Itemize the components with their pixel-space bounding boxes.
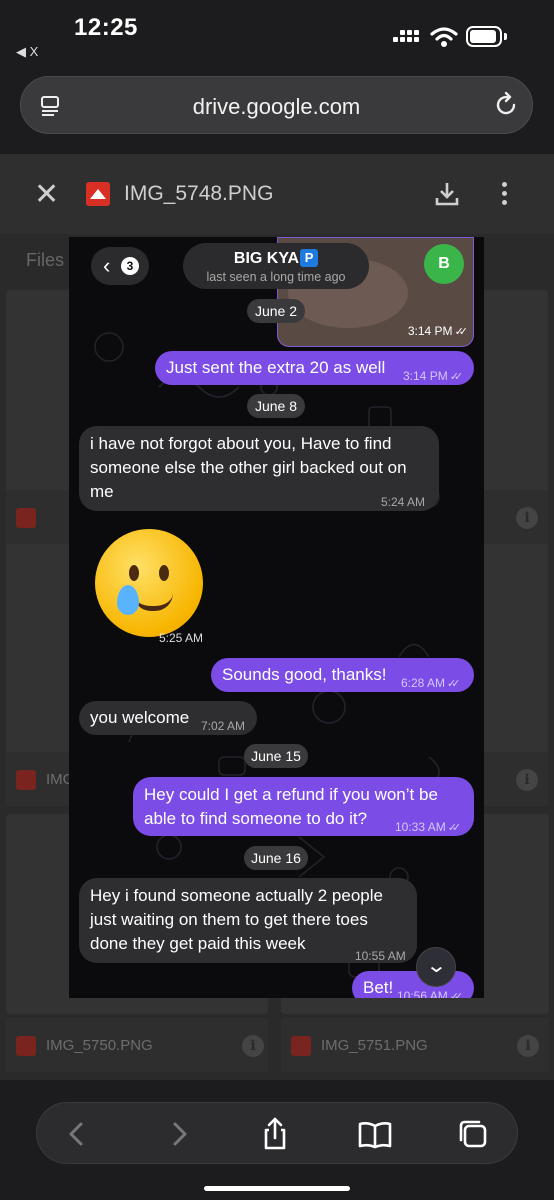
chat-screenshot: 3:14 PM ✓✓ ‹ 3 BIG KYA P last seen a long … bbox=[69, 237, 484, 998]
crying-smile-emoji bbox=[95, 529, 203, 637]
info-icon[interactable]: i bbox=[516, 769, 538, 791]
tile-file-name: IMG_5751.PNG bbox=[321, 1037, 428, 1054]
contact-name: BIG KYA P bbox=[183, 249, 369, 268]
address-bar[interactable]: drive.google.com bbox=[20, 76, 533, 134]
scroll-down-button: ⌄ bbox=[416, 947, 456, 987]
tile-footer: i bbox=[480, 752, 548, 806]
back-icon[interactable] bbox=[59, 1116, 95, 1152]
browser-toolbar bbox=[36, 1102, 518, 1164]
image-file-icon bbox=[291, 1036, 311, 1056]
battery-tip bbox=[504, 33, 507, 40]
emoji-eye bbox=[129, 565, 139, 581]
file-tile[interactable] bbox=[6, 554, 74, 754]
outgoing-message: Bet! 10:56 AM ✓✓ bbox=[352, 971, 474, 998]
viewer-toolbar: ✕ IMG_5748.PNG bbox=[0, 154, 554, 234]
tile-footer: i bbox=[480, 490, 548, 544]
emoji-eye bbox=[159, 565, 169, 581]
home-indicator bbox=[204, 1186, 350, 1191]
back-to-app-link[interactable]: ◀ X bbox=[16, 44, 38, 60]
avatar: B bbox=[424, 244, 464, 284]
bookmarks-icon[interactable] bbox=[357, 1116, 393, 1152]
image-file-icon bbox=[16, 508, 36, 528]
tile-footer: IMG bbox=[6, 752, 74, 806]
battery-icon bbox=[466, 26, 502, 47]
close-icon[interactable]: ✕ bbox=[34, 180, 59, 210]
emoji-smile bbox=[133, 593, 173, 611]
files-label: Files bbox=[26, 250, 65, 270]
more-icon[interactable] bbox=[502, 182, 508, 209]
unread-count: 3 bbox=[121, 257, 139, 275]
tile-footer: IMG_5750.PNG i bbox=[6, 1018, 268, 1072]
tile-footer: IMG_5751.PNG i bbox=[281, 1018, 549, 1072]
image-file-icon bbox=[16, 1036, 36, 1056]
premium-badge: P bbox=[300, 249, 319, 267]
incoming-message: Hey i found someone actually 2 people ju… bbox=[79, 878, 417, 963]
outgoing-message: Sounds good, thanks! 6:28 AM ✓✓ bbox=[211, 658, 474, 692]
info-icon[interactable]: i bbox=[516, 507, 538, 529]
forward-icon[interactable] bbox=[161, 1116, 197, 1152]
image-file-icon bbox=[16, 770, 36, 790]
contact-pill: BIG KYA P last seen a long time ago bbox=[183, 243, 369, 289]
info-icon[interactable]: i bbox=[517, 1035, 539, 1057]
incoming-message: you welcome 7:02 AM bbox=[79, 701, 257, 735]
outgoing-message: Just sent the extra 20 as well 3:14 PM ✓✓ bbox=[155, 351, 474, 385]
date-separator: June 2 bbox=[247, 299, 305, 323]
incoming-message: i have not forgot about you, Have to fin… bbox=[79, 426, 439, 511]
chevron-down-icon: ⌄ bbox=[425, 955, 448, 977]
info-icon[interactable]: i bbox=[242, 1035, 264, 1057]
browser-header: drive.google.com bbox=[0, 70, 554, 154]
emoji-tear bbox=[117, 585, 139, 615]
file-name: IMG_5748.PNG bbox=[124, 182, 274, 205]
message-time: 5:25 AM bbox=[159, 631, 204, 645]
share-icon[interactable] bbox=[257, 1116, 293, 1152]
chat-back-button: ‹ 3 bbox=[91, 247, 149, 285]
tile-file-name: IMG_5750.PNG bbox=[46, 1037, 153, 1054]
last-seen: last seen a long time ago bbox=[206, 270, 346, 284]
outgoing-message: Hey could I get a refund if you won’t be… bbox=[133, 777, 474, 836]
file-tile[interactable] bbox=[480, 554, 548, 754]
browser-toolbar-area bbox=[0, 1080, 554, 1200]
url-text: drive.google.com bbox=[192, 94, 361, 119]
tabs-icon[interactable] bbox=[455, 1116, 491, 1152]
tile-footer bbox=[6, 490, 74, 544]
date-separator: June 16 bbox=[244, 846, 308, 870]
image-file-icon bbox=[86, 182, 110, 206]
chat-header: ‹ 3 BIG KYA P last seen a long time ago B bbox=[69, 237, 484, 299]
date-separator: June 8 bbox=[247, 394, 305, 418]
status-bar: 12:25 ◀ X bbox=[0, 0, 554, 70]
clock: 12:25 bbox=[74, 14, 138, 41]
wifi-icon bbox=[430, 27, 458, 47]
date-separator: June 15 bbox=[244, 744, 308, 768]
message-time: 3:14 PM ✓✓ bbox=[407, 324, 468, 338]
chevron-left-icon: ‹ bbox=[103, 253, 111, 278]
signal-icon bbox=[393, 29, 421, 47]
download-icon[interactable] bbox=[434, 180, 460, 208]
reload-icon[interactable] bbox=[492, 91, 520, 119]
